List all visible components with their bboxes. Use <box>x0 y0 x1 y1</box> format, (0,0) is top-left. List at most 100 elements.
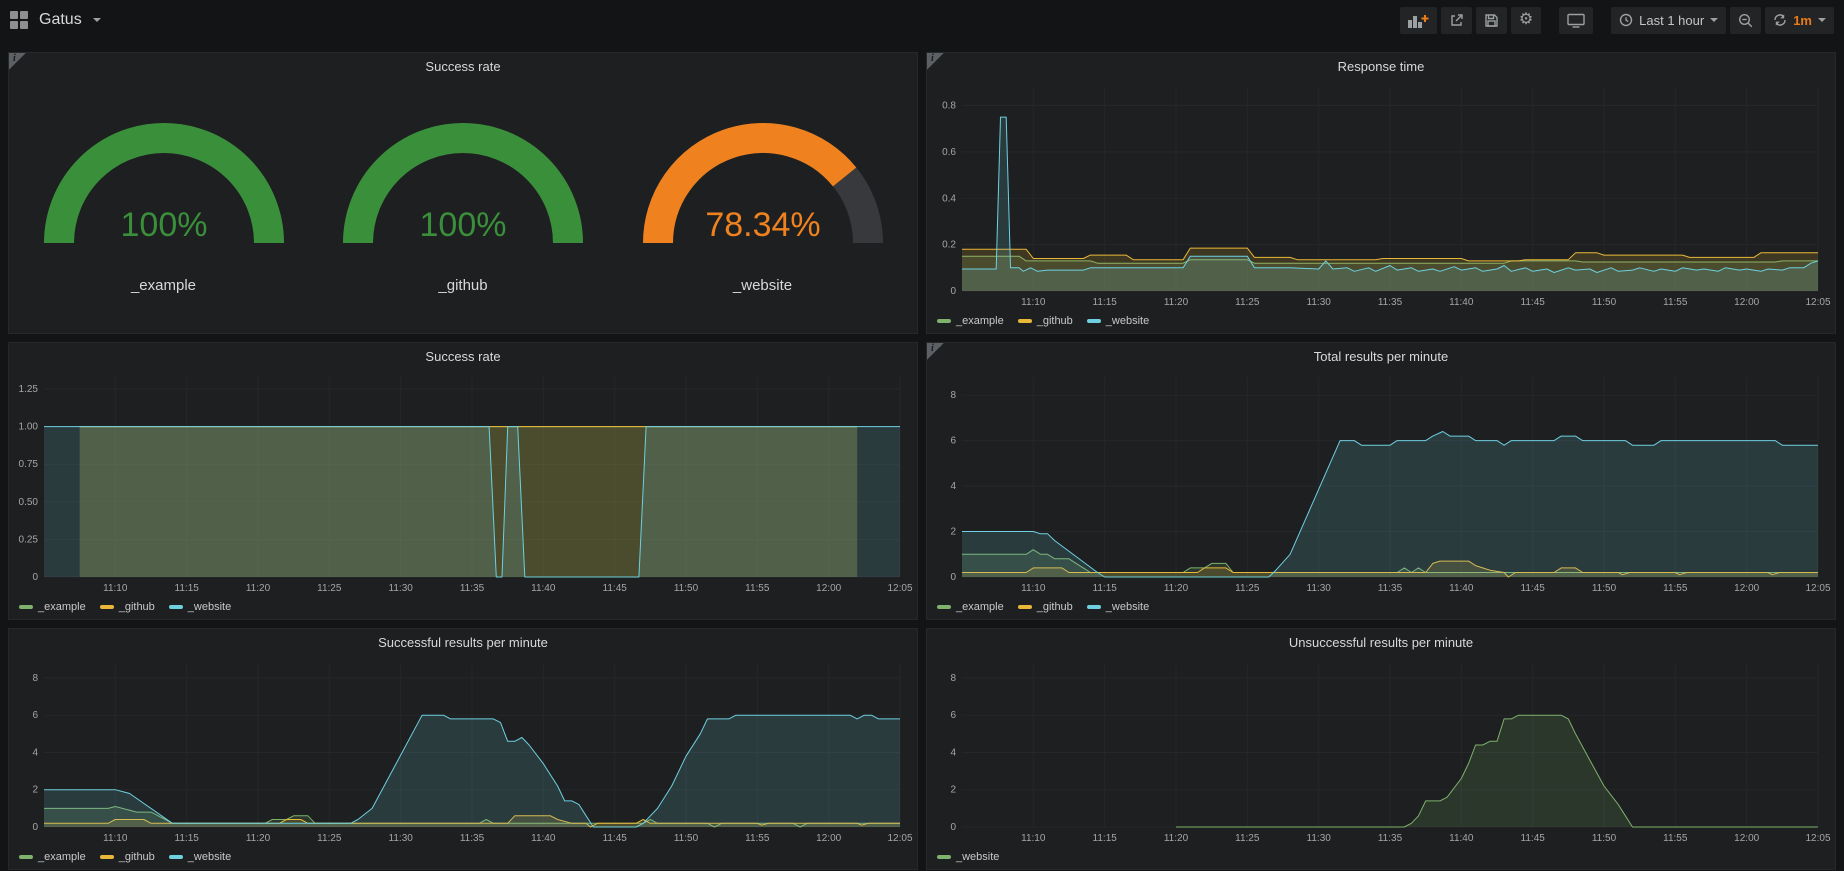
settings-button[interactable]: ⚙ <box>1511 7 1541 34</box>
svg-text:12:05: 12:05 <box>887 833 912 844</box>
svg-text:11:25: 11:25 <box>1235 833 1260 844</box>
gauge-label: _github <box>438 277 487 294</box>
tv-monitor-icon <box>1567 13 1585 28</box>
legend-item-_website[interactable]: _website <box>169 851 231 863</box>
legend-item-_github[interactable]: _github <box>1018 601 1073 613</box>
svg-text:11:10: 11:10 <box>1021 297 1046 308</box>
legend-marker <box>169 605 183 609</box>
legend-label: _github <box>119 851 155 863</box>
svg-text:1.25: 1.25 <box>19 384 39 395</box>
panel-info-icon[interactable]: i <box>927 343 944 360</box>
svg-text:12:00: 12:00 <box>1734 583 1759 594</box>
legend-item-_example[interactable]: _example <box>19 851 86 863</box>
gauge-value: 100% <box>120 206 207 244</box>
legend-label: _github <box>1037 315 1073 327</box>
svg-text:6: 6 <box>950 436 956 447</box>
dashboard-title-dropdown[interactable]: Gatus <box>10 11 101 29</box>
refresh-button[interactable]: 1m <box>1765 7 1834 34</box>
svg-text:11:40: 11:40 <box>531 583 556 594</box>
legend-item-_example[interactable]: _example <box>937 315 1004 327</box>
svg-text:11:30: 11:30 <box>1307 833 1332 844</box>
panel-success-rate-gauges: i Success rate 100%_example100% _github 78… <box>8 52 918 334</box>
legend-item-_github[interactable]: _github <box>100 601 155 613</box>
zoom-out-button[interactable] <box>1730 7 1761 34</box>
svg-text:11:20: 11:20 <box>1164 297 1189 308</box>
unsuccessful-results-chart[interactable]: 11:1011:1511:2011:2511:3011:3511:4011:45… <box>928 655 1834 847</box>
dashboard-title: Gatus <box>39 11 82 29</box>
svg-text:12:05: 12:05 <box>887 583 912 594</box>
legend-item-_github[interactable]: _github <box>100 851 155 863</box>
svg-text:0: 0 <box>950 572 956 583</box>
svg-text:11:10: 11:10 <box>103 583 128 594</box>
svg-text:11:45: 11:45 <box>1521 583 1546 594</box>
svg-text:11:40: 11:40 <box>1449 833 1474 844</box>
panel-success-rate: Success rate 11:1011:1511:2011:2511:3011… <box>8 342 918 620</box>
legend-item-_example[interactable]: _example <box>19 601 86 613</box>
save-button[interactable] <box>1476 7 1507 34</box>
svg-text:0: 0 <box>950 822 956 833</box>
dashboard-grid: i Success rate 100%_example100% _github 78… <box>0 40 1844 870</box>
chart-legend: _example _github _website <box>9 847 917 867</box>
legend-item-_example[interactable]: _example <box>937 601 1004 613</box>
legend-item-_website[interactable]: _website <box>937 851 999 863</box>
legend-item-_website[interactable]: _website <box>1087 315 1149 327</box>
svg-text:11:35: 11:35 <box>1378 297 1403 308</box>
panel-title[interactable]: Success rate <box>425 59 500 74</box>
gauge-value: 78.34% <box>705 206 820 244</box>
panel-info-icon[interactable]: i <box>9 53 26 70</box>
svg-text:11:20: 11:20 <box>1164 833 1189 844</box>
panel-title[interactable]: Successful results per minute <box>378 635 548 650</box>
svg-text:4: 4 <box>32 748 38 759</box>
successful-results-chart[interactable]: 11:1011:1511:2011:2511:3011:3511:4011:45… <box>10 655 916 847</box>
panel-title[interactable]: Total results per minute <box>1314 349 1448 364</box>
svg-text:8: 8 <box>950 390 956 401</box>
svg-text:11:20: 11:20 <box>246 833 271 844</box>
legend-label: _website <box>1106 601 1149 613</box>
legend-marker <box>937 319 951 323</box>
add-panel-button[interactable] <box>1400 7 1437 34</box>
gauge-_example: 100%_example <box>19 95 309 294</box>
legend-item-_website[interactable]: _website <box>169 601 231 613</box>
svg-text:6: 6 <box>32 710 38 721</box>
response-time-chart[interactable]: 11:1011:1511:2011:2511:3011:3511:4011:45… <box>928 79 1834 311</box>
svg-text:0.8: 0.8 <box>942 101 956 112</box>
time-range-button[interactable]: Last 1 hour <box>1611 7 1726 34</box>
svg-text:1.00: 1.00 <box>19 422 39 433</box>
legend-item-_website[interactable]: _website <box>1087 601 1149 613</box>
svg-text:11:30: 11:30 <box>389 833 414 844</box>
svg-text:12:00: 12:00 <box>816 833 841 844</box>
legend-marker <box>100 605 114 609</box>
panel-title[interactable]: Unsuccessful results per minute <box>1289 635 1473 650</box>
panel-title[interactable]: Success rate <box>425 349 500 364</box>
svg-text:11:40: 11:40 <box>531 833 556 844</box>
clock-icon <box>1619 13 1633 27</box>
svg-text:11:50: 11:50 <box>1592 833 1617 844</box>
svg-text:11:25: 11:25 <box>317 833 342 844</box>
legend-item-_github[interactable]: _github <box>1018 315 1073 327</box>
svg-text:0: 0 <box>32 822 38 833</box>
svg-text:12:05: 12:05 <box>1805 833 1830 844</box>
svg-text:0.75: 0.75 <box>19 459 39 470</box>
svg-text:11:30: 11:30 <box>389 583 414 594</box>
gauge-group: 100%_example100%_github78.34%_website <box>9 79 917 333</box>
svg-text:11:35: 11:35 <box>460 833 485 844</box>
success-rate-chart[interactable]: 11:1011:1511:2011:2511:3011:3511:4011:45… <box>10 369 916 597</box>
share-button[interactable] <box>1441 7 1472 34</box>
cycle-view-button[interactable] <box>1559 7 1593 34</box>
svg-text:11:15: 11:15 <box>1093 297 1118 308</box>
legend-marker <box>937 605 951 609</box>
svg-text:0.4: 0.4 <box>942 193 956 204</box>
panel-title[interactable]: Response time <box>1338 59 1425 74</box>
panel-info-icon[interactable]: i <box>927 53 944 70</box>
total-results-chart[interactable]: 11:1011:1511:2011:2511:3011:3511:4011:45… <box>928 369 1834 597</box>
zoom-out-icon <box>1738 13 1753 28</box>
svg-text:12:05: 12:05 <box>1805 297 1830 308</box>
legend-marker <box>19 855 33 859</box>
svg-text:4: 4 <box>950 748 956 759</box>
svg-text:8: 8 <box>32 673 38 684</box>
bar-chart-plus-icon <box>1408 13 1429 28</box>
svg-text:11:30: 11:30 <box>1307 583 1332 594</box>
legend-marker <box>1087 319 1101 323</box>
time-range-label: Last 1 hour <box>1639 13 1704 28</box>
svg-text:11:15: 11:15 <box>1093 583 1118 594</box>
